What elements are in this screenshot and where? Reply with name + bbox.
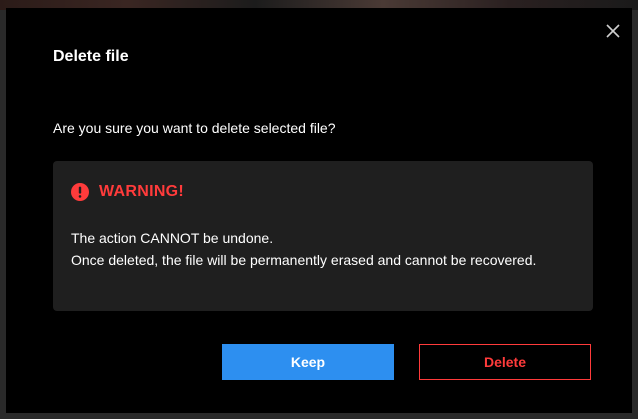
warning-line-2: Once deleted, the file will be permanent… <box>71 252 537 268</box>
close-icon <box>606 24 620 38</box>
warning-line-1: The action CANNOT be undone. <box>71 230 274 246</box>
close-button[interactable] <box>604 22 622 40</box>
keep-button[interactable]: Keep <box>222 344 394 380</box>
dialog-title: Delete file <box>53 48 129 65</box>
warning-header: WARNING! <box>71 183 184 201</box>
exclamation-circle-icon <box>71 183 89 201</box>
warning-title: WARNING! <box>99 183 185 200</box>
warning-box: WARNING! The action CANNOT be undone. On… <box>53 161 593 311</box>
warning-message: The action CANNOT be undone. Once delete… <box>71 227 571 271</box>
delete-button[interactable]: Delete <box>419 344 591 380</box>
delete-file-dialog: Delete file Are you sure you want to del… <box>6 8 632 413</box>
confirmation-question: Are you sure you want to delete selected… <box>53 120 336 136</box>
